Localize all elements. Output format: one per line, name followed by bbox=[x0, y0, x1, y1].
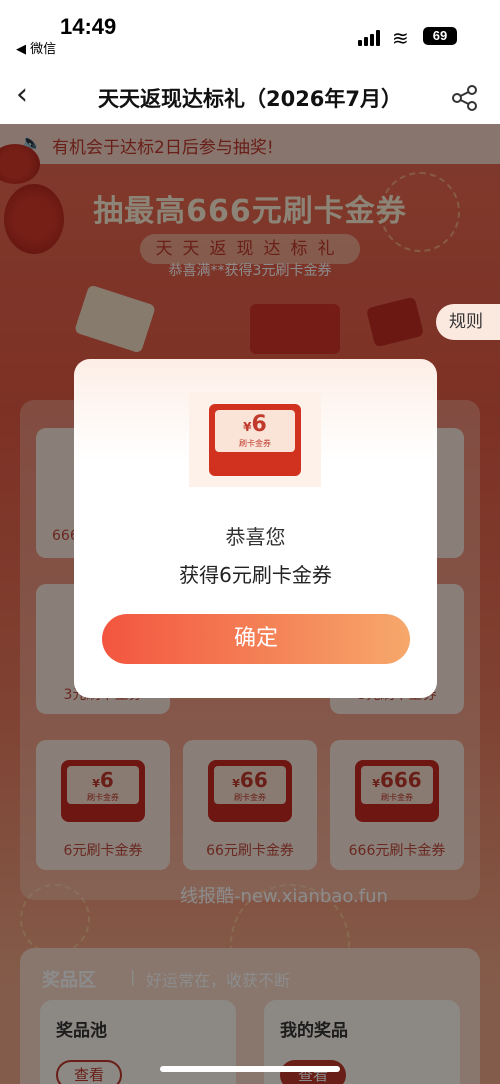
confirm-button[interactable]: 确定 bbox=[102, 614, 410, 664]
modal-prize-amount: 6 bbox=[251, 412, 267, 437]
share-icon[interactable] bbox=[450, 84, 480, 112]
currency-symbol: ¥ bbox=[243, 420, 252, 434]
modal-prize-text: 获得6元刷卡金券 bbox=[179, 563, 332, 587]
nav-bar: ‹ 天天返现达标礼（2026年7月） bbox=[0, 70, 500, 124]
result-modal: ¥6 刷卡金券 恭喜您 获得6元刷卡金券 确定 bbox=[74, 359, 437, 698]
status-bar: 14:49 ◀ 微信 ≋ 69 bbox=[0, 0, 500, 70]
wifi-icon: ≋ bbox=[392, 26, 409, 50]
clock: 14:49 bbox=[60, 14, 117, 39]
home-indicator[interactable] bbox=[160, 1066, 340, 1072]
signal-icon bbox=[358, 30, 384, 46]
rules-button[interactable]: 规则 bbox=[436, 304, 500, 340]
battery-icon: 69 bbox=[423, 27, 457, 45]
back-to-app-link[interactable]: ◀ 微信 bbox=[16, 38, 56, 57]
red-envelope-icon: ¥6 刷卡金券 bbox=[189, 392, 321, 487]
modal-prize-tag: 刷卡金券 bbox=[239, 439, 271, 448]
page-title: 天天返现达标礼（2026年7月） bbox=[97, 87, 403, 111]
modal-congrats-text: 恭喜您 bbox=[225, 525, 286, 549]
